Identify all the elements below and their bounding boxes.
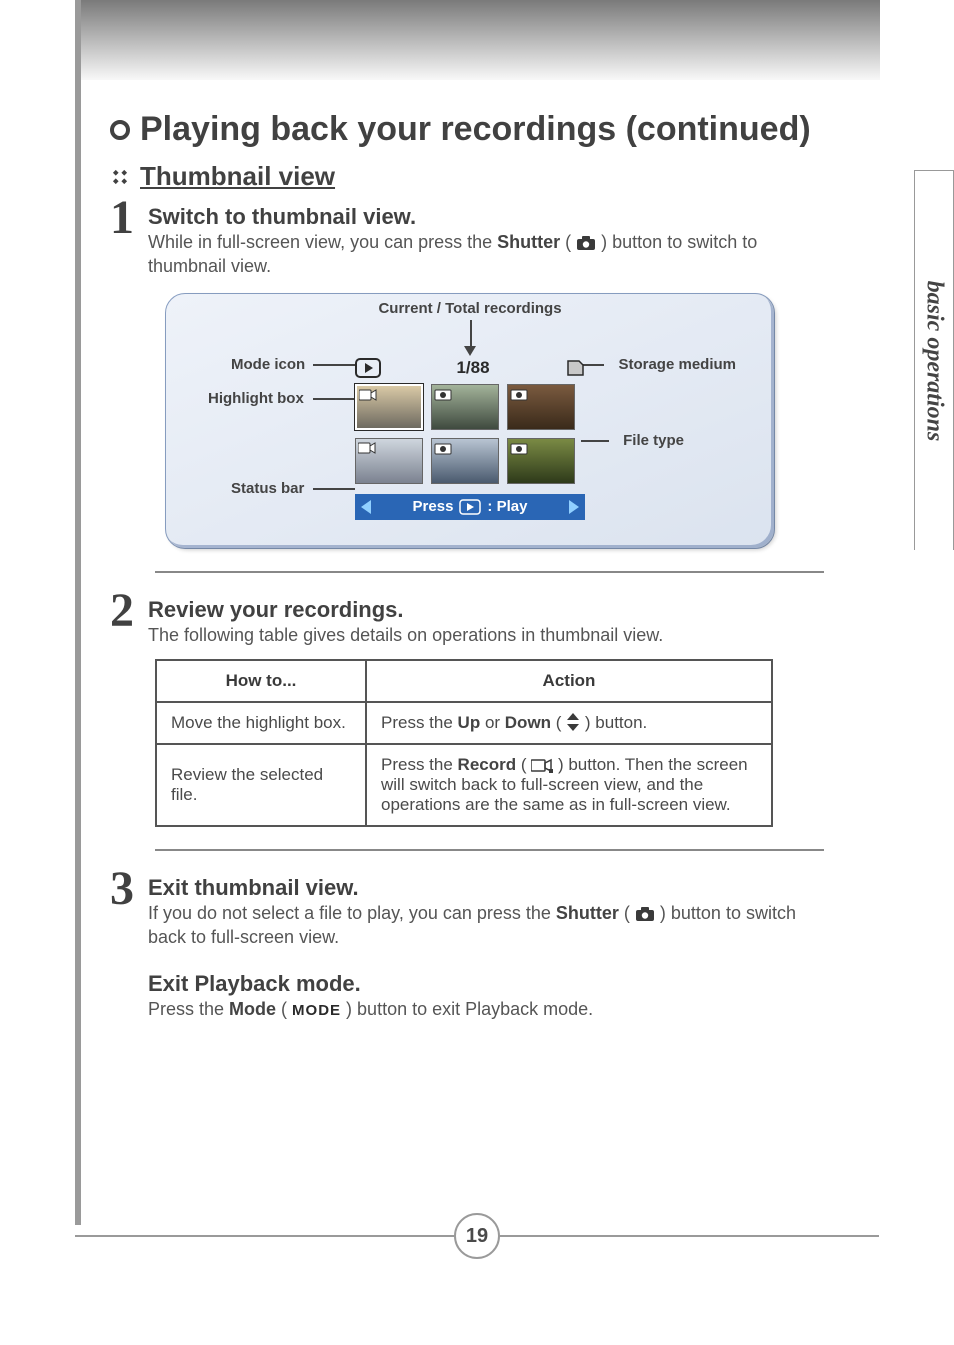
text: ) button. [580,713,647,732]
text: ( [516,755,531,774]
step-text: If you do not select a file to play, you… [148,901,824,950]
triangle-left-icon [361,500,371,514]
text: Press the [381,755,458,774]
triangle-right-icon [569,500,579,514]
counter: 1/88 [456,358,489,378]
video-badge-icon [359,388,377,402]
divider [155,571,824,573]
screen-mock: 1/88 [355,358,585,520]
text-bold: Mode [229,999,276,1019]
page-title: Playing back your recordings (continued) [140,110,811,149]
status-text: Press [413,498,454,515]
step-title: Exit Playback mode. [148,971,824,997]
step-number: 1 [110,198,134,238]
text: ( [560,232,576,252]
table-header: How to... [156,660,366,702]
text-bold: Record [458,755,517,774]
camera-icon [576,236,596,251]
text: or [480,713,505,732]
thumbnail [507,384,575,430]
table-header: Action [366,660,772,702]
heading-2-row: Thumbnail view [110,161,824,192]
table-cell: Move the highlight box. [156,702,366,744]
text-bold: Shutter [497,232,560,252]
callout-line [313,488,355,490]
text-bold: Shutter [556,903,619,923]
text-bold: Down [505,713,551,732]
step-title: Exit thumbnail view. [148,875,824,901]
step-1: 1 Switch to thumbnail view. While in ful… [110,198,824,279]
thumbnail-diagram: Current / Total recordings Mode icon Hig… [165,293,775,549]
diamond-cluster-icon [110,167,130,187]
step-2: 2 Review your recordings. The following … [110,591,824,647]
text: While in full-screen view, you can press… [148,232,497,252]
callout-mode: Mode icon [231,356,305,373]
play-mode-icon [355,358,381,378]
callout-storage: Storage medium [618,356,736,373]
status-bar: Press : Play [355,494,585,520]
arrow-down-icon [464,346,476,356]
text-bold: Up [458,713,481,732]
text: ( [276,999,292,1019]
text: ) button to exit Playback mode. [341,999,593,1019]
table-cell: Press the Up or Down ( ) button. [366,702,772,744]
thumbnail [355,384,423,430]
step-title: Review your recordings. [148,597,824,623]
callout-line [581,440,609,442]
status-text: : Play [487,498,527,515]
callout-filetype: File type [623,432,684,449]
step-number: 2 [110,591,134,631]
callout-status: Status bar [231,480,304,497]
thumbnail [507,438,575,484]
divider [155,849,824,851]
text: If you do not select a file to play, you… [148,903,556,923]
text: ( [551,713,566,732]
text: Press the [381,713,458,732]
photo-badge-icon [510,441,528,455]
thumbnail [431,384,499,430]
record-icon [531,758,553,773]
table-cell: Press the Record ( ) button. Then the sc… [366,744,772,826]
page-number: 19 [454,1213,500,1259]
callout-current-total: Current / Total recordings [378,300,561,317]
photo-badge-icon [434,387,452,401]
sd-card-icon [565,359,585,377]
ring-bullet-icon [110,120,130,140]
section-title: Thumbnail view [140,161,335,192]
page-number-rule: 19 [75,1235,879,1237]
step-text: Press the Mode ( MODE ) button to exit P… [148,997,824,1021]
mode-word-icon: MODE [292,1002,341,1019]
heading-1-row: Playing back your recordings (continued) [110,110,824,149]
callout-line [313,398,355,400]
camera-icon [635,907,655,922]
thumbnail [431,438,499,484]
step-text: While in full-screen view, you can press… [148,230,824,279]
thumbnail-grid [355,384,585,484]
play-icon [459,499,481,515]
text: Press the [148,999,229,1019]
video-badge-icon [358,441,376,455]
table-cell: Review the selected file. [156,744,366,826]
text: ( [619,903,635,923]
up-down-icon [566,713,580,731]
step-3: 3 Exit thumbnail view. If you do not sel… [110,869,824,1022]
operations-table: How to... Action Move the highlight box.… [155,659,773,827]
table-row: Move the highlight box. Press the Up or … [156,702,772,744]
step-title: Switch to thumbnail view. [148,204,824,230]
photo-badge-icon [434,441,452,455]
callout-line [313,364,355,366]
thumbnail [355,438,423,484]
photo-badge-icon [510,387,528,401]
page-content: Playing back your recordings (continued)… [0,0,954,1345]
step-number: 3 [110,869,134,909]
step-text: The following table gives details on ope… [148,623,824,647]
callout-highlight: Highlight box [208,390,304,407]
table-row: Review the selected file. Press the Reco… [156,744,772,826]
